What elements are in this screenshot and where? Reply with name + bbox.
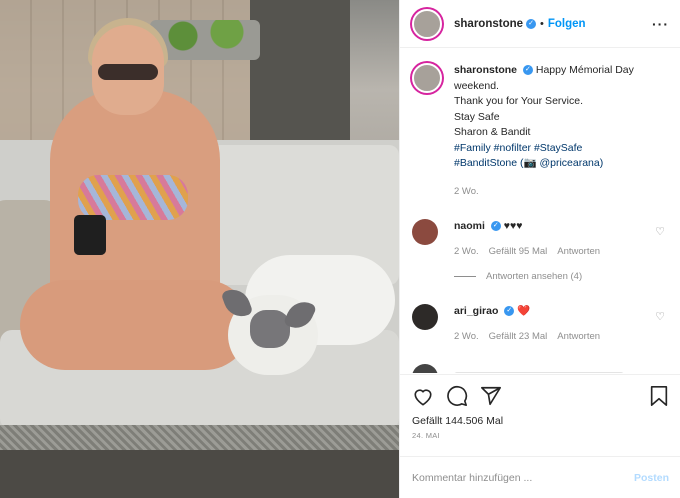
comment-text: ❤️ [517, 304, 531, 317]
comment-item: ari_girao ✓ ❤️ 2 Wo. Gefällt 23 Mal Antw… [412, 303, 669, 344]
photo-sunglasses [98, 64, 158, 80]
caption-line: Sharon & Bandit [454, 126, 531, 138]
header-separator: • [540, 17, 544, 30]
caption-line: weekend. [454, 79, 499, 92]
caption-line: Stay Safe [454, 110, 500, 123]
photo-phone [74, 215, 106, 255]
reply-button[interactable]: Antworten [557, 330, 600, 344]
caption-line: Thank you for Your Service. [454, 95, 583, 107]
post-header: sharonstone ✓ • Folgen ··· [400, 0, 680, 48]
verified-icon: ✓ [490, 220, 501, 231]
comment-icon[interactable] [446, 385, 468, 407]
view-replies-label[interactable]: Antworten ansehen (4) [486, 271, 582, 282]
comment-like-icon[interactable]: ♡ [655, 310, 665, 323]
reply-button[interactable]: Antworten [557, 245, 600, 259]
author-avatar[interactable] [412, 8, 442, 39]
comment-body: ari_girao ✓ ❤️ 2 Wo. Gefällt 23 Mal Antw… [454, 304, 600, 344]
more-icon[interactable]: ··· [652, 16, 669, 32]
photo-legs [20, 280, 250, 370]
likes-count[interactable]: Gefällt 144.506 Mal [412, 415, 669, 427]
caption-avatar[interactable] [412, 63, 442, 93]
comment-line: naomi ✓ ♥♥♥ [454, 219, 600, 233]
comment-line: ari_girao ✓ ❤️ [454, 304, 600, 318]
comment-body: naomi ✓ ♥♥♥ 2 Wo. Gefällt 95 Mal Antwort… [454, 219, 600, 259]
photo-floor [0, 450, 399, 498]
comment-text-cut [454, 371, 624, 373]
verified-icon: ✓ [504, 305, 515, 316]
comment-username[interactable]: naomi [454, 220, 485, 232]
photo-dog-patch [250, 310, 290, 348]
caption-age: 2 Wo. [454, 185, 479, 197]
comment-age: 2 Wo. [454, 245, 479, 257]
comment-item-partial [412, 363, 669, 373]
caption-username[interactable]: sharonstone [454, 64, 517, 76]
comment-age: 2 Wo. [454, 330, 479, 342]
caption-line: sharonstone ✓ Happy Mémorial Day [454, 63, 634, 79]
caption-hashtags[interactable]: #Family #nofilter #StaySafe [454, 141, 634, 157]
comment-likes[interactable]: Gefällt 23 Mal [489, 330, 548, 344]
post-caption: sharonstone ✓ Happy Mémorial Day weekend… [412, 63, 669, 172]
verified-icon: ✓ [526, 18, 537, 29]
comment-text: ♥♥♥ [503, 219, 523, 232]
caption-text: sharonstone ✓ Happy Mémorial Day weekend… [454, 63, 634, 172]
comments-list[interactable]: sharonstone ✓ Happy Mémorial Day weekend… [400, 49, 680, 373]
caption-text-line: Happy Mémorial Day [535, 64, 634, 76]
bookmark-icon[interactable] [649, 385, 669, 407]
add-comment-bar: Posten [400, 456, 680, 498]
comment-input[interactable] [412, 471, 634, 484]
caption-hashtags-credit[interactable]: #BanditStone (📷 @pricearana) [454, 156, 634, 172]
comment-avatar[interactable] [412, 363, 438, 373]
post-side-panel: sharonstone ✓ • Folgen ··· sharonstone ✓… [399, 0, 680, 498]
comment-avatar[interactable] [412, 218, 438, 245]
view-replies-button[interactable]: Antworten ansehen (4) [454, 271, 669, 282]
comment-likes[interactable]: Gefällt 95 Mal [489, 245, 548, 259]
comment-avatar[interactable] [412, 303, 438, 330]
post-comment-button[interactable]: Posten [634, 472, 669, 484]
post-photo[interactable] [0, 0, 399, 498]
photo-window [250, 0, 350, 140]
comment-username[interactable]: ari_girao [454, 305, 498, 317]
post-date: 24. MAI [412, 431, 440, 440]
action-icons [412, 383, 669, 409]
comment-like-icon[interactable]: ♡ [655, 225, 665, 238]
comment-meta: 2 Wo. Gefällt 95 Mal Antworten [454, 245, 600, 259]
comment-meta: 2 Wo. Gefällt 23 Mal Antworten [454, 330, 600, 344]
follow-button[interactable]: Folgen [548, 18, 586, 30]
share-icon[interactable] [480, 385, 502, 407]
photo-bikini [78, 175, 188, 220]
replies-divider [454, 275, 476, 277]
verified-icon: ✓ [522, 65, 533, 76]
comment-item: naomi ✓ ♥♥♥ 2 Wo. Gefällt 95 Mal Antwort… [412, 218, 669, 259]
author-username[interactable]: sharonstone [454, 18, 523, 30]
heart-icon[interactable] [412, 386, 434, 406]
